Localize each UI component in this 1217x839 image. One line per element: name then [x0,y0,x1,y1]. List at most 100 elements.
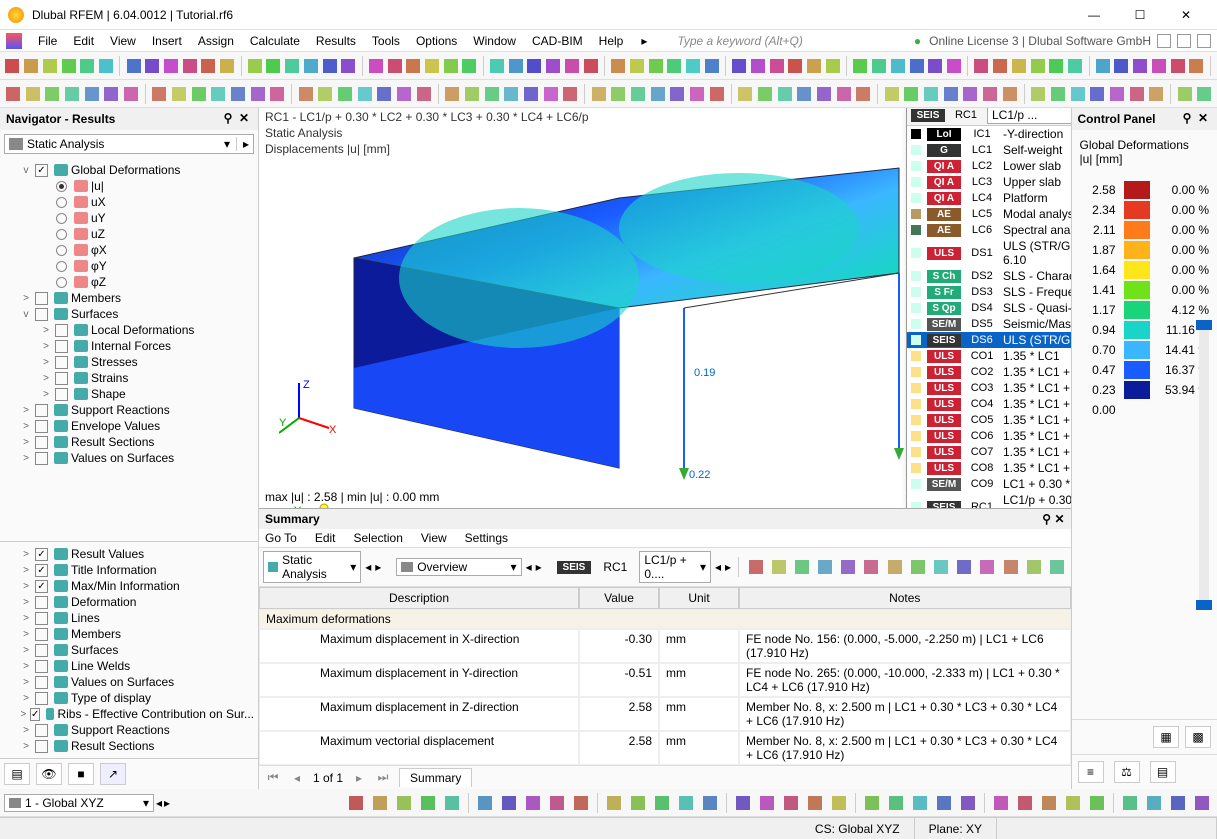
next-icon[interactable]: ▸ [236,137,249,151]
bottom-tool-button[interactable] [933,792,955,814]
next-icon[interactable]: ▸ [536,560,542,574]
menu-cad-bim[interactable]: CAD-BIM [524,32,591,50]
bottom-tool-button[interactable] [546,792,568,814]
toolbar-button[interactable] [405,55,422,77]
toolbar-button[interactable] [219,55,236,77]
dropdown-item[interactable]: AELC6Spectral analysis [907,222,1071,238]
summary-menu-go to[interactable]: Go To [265,531,297,545]
toolbar-button[interactable] [835,83,853,105]
toolbar-button[interactable] [502,83,520,105]
bottom-tool-button[interactable] [828,792,850,814]
checkbox[interactable] [35,628,48,641]
toolbar-button[interactable] [1094,55,1111,77]
summary-lc-combo[interactable]: LC1/p + 0....▾ [639,551,711,583]
toolbar-button[interactable] [590,83,608,105]
tree-item[interactable]: >Shape [0,386,258,402]
bottom-tool-button[interactable] [1086,792,1108,814]
cp-tab-filter[interactable]: ▤ [1150,761,1176,783]
toolbar-button[interactable] [200,55,217,77]
checkbox[interactable] [35,580,48,593]
toolbar-button[interactable] [610,83,628,105]
bottom-tool-button[interactable] [522,792,544,814]
tree-item[interactable]: >Support Reactions [0,722,258,738]
toolbar-button[interactable] [246,55,263,77]
radio-icon[interactable] [56,197,67,208]
dropdown-item[interactable]: ULSCO41.35 * LC1 + 1.50 * LC2 + 1.50 * L… [907,396,1071,412]
tree-item[interactable]: >Members [0,290,258,306]
checkbox[interactable] [35,612,48,625]
checkbox[interactable] [55,340,68,353]
tree-item[interactable]: >Line Welds [0,658,258,674]
checkbox[interactable] [55,356,68,369]
tree-item[interactable]: >Lines [0,610,258,626]
menu-results[interactable]: Results [308,32,364,50]
dropdown-item[interactable]: LoIIC1-Y-direction [907,126,1071,142]
toolbar-button[interactable] [927,55,944,77]
menu-insert[interactable]: Insert [144,32,190,50]
bottom-tool-button[interactable] [570,792,592,814]
dropdown-item[interactable]: GLC1Self-weight [907,142,1071,158]
toolbar-button[interactable] [647,55,664,77]
toolbar-button[interactable] [628,55,645,77]
range-slider[interactable] [1199,320,1209,610]
toolbar-button[interactable] [542,83,560,105]
toolbar-button[interactable] [561,83,579,105]
prev-icon[interactable]: ◂ [365,560,371,574]
dropdown-item[interactable]: S ChDS2SLS - Characteristic [907,268,1071,284]
toolbar-button[interactable] [284,55,301,77]
dropdown-item[interactable]: ULSCO51.35 * LC1 + 1.50 * LC2 + 1.50 * L… [907,412,1071,428]
checkbox[interactable] [55,372,68,385]
tree-item[interactable]: >Deformation [0,594,258,610]
column-header[interactable]: Unit [659,587,739,609]
toolbar-button[interactable] [1188,55,1205,77]
toolbar-button[interactable] [883,83,901,105]
toolbar-button[interactable] [122,83,140,105]
toolbar-button[interactable] [1113,55,1130,77]
tree-item[interactable]: >Internal Forces [0,338,258,354]
toolbar-button[interactable] [731,55,748,77]
summary-menu-settings[interactable]: Settings [465,531,508,545]
bottom-tool-button[interactable] [732,792,754,814]
dropdown-item[interactable]: S QpDS4SLS - Quasi-permanent [907,300,1071,316]
checkbox[interactable] [35,740,48,753]
radio-icon[interactable] [56,213,67,224]
toolbar-button[interactable] [98,55,115,77]
summary-tool-button[interactable] [815,556,834,578]
summary-tool-button[interactable] [769,556,788,578]
toolbar-button[interactable] [415,83,433,105]
next-icon[interactable]: ▸ [164,796,170,810]
checkbox[interactable] [35,452,48,465]
toolbar-button[interactable] [1108,83,1126,105]
bottom-tool-button[interactable] [345,792,367,814]
toolbar-button[interactable] [564,55,581,77]
summary-tool-button[interactable] [1047,556,1066,578]
cp-tab-colors[interactable]: ≡ [1078,761,1104,783]
model-viewport[interactable]: RC1 - LC1/p + 0.30 * LC2 + 0.30 * LC3 + … [259,108,1071,508]
bottom-tool-button[interactable] [1014,792,1036,814]
toolbar-button[interactable] [1069,83,1087,105]
tree-item[interactable]: >Local Deformations [0,322,258,338]
dropdown-item[interactable]: QI ALC2Lower slab [907,158,1071,174]
summary-menu-selection[interactable]: Selection [354,531,403,545]
menu-window[interactable]: Window [465,32,524,50]
checkbox[interactable] [35,660,48,673]
close-icon[interactable]: ✕ [1054,512,1064,526]
checkbox[interactable] [35,420,48,433]
toolbar-button[interactable] [340,55,357,77]
toolbar-button[interactable] [79,55,96,77]
toolbar-button[interactable] [756,83,774,105]
menu-expand-icon[interactable]: ▸ [633,32,655,50]
toolbar-button[interactable] [1169,55,1186,77]
toolbar-button[interactable] [1128,83,1146,105]
tree-item[interactable]: >Support Reactions [0,402,258,418]
prev-icon[interactable]: ◂ [715,560,721,574]
coord-system-combo[interactable]: 1 - Global XYZ▾ [4,794,154,812]
toolbar-button[interactable] [170,83,188,105]
toolbar-button[interactable] [269,83,287,105]
toolbar-button[interactable] [376,83,394,105]
toolbar-button[interactable] [903,83,921,105]
checkbox[interactable] [35,164,48,177]
close-icon[interactable]: ✕ [236,111,252,127]
tree-item[interactable]: >Envelope Values [0,418,258,434]
toolbar-button[interactable] [41,55,58,77]
